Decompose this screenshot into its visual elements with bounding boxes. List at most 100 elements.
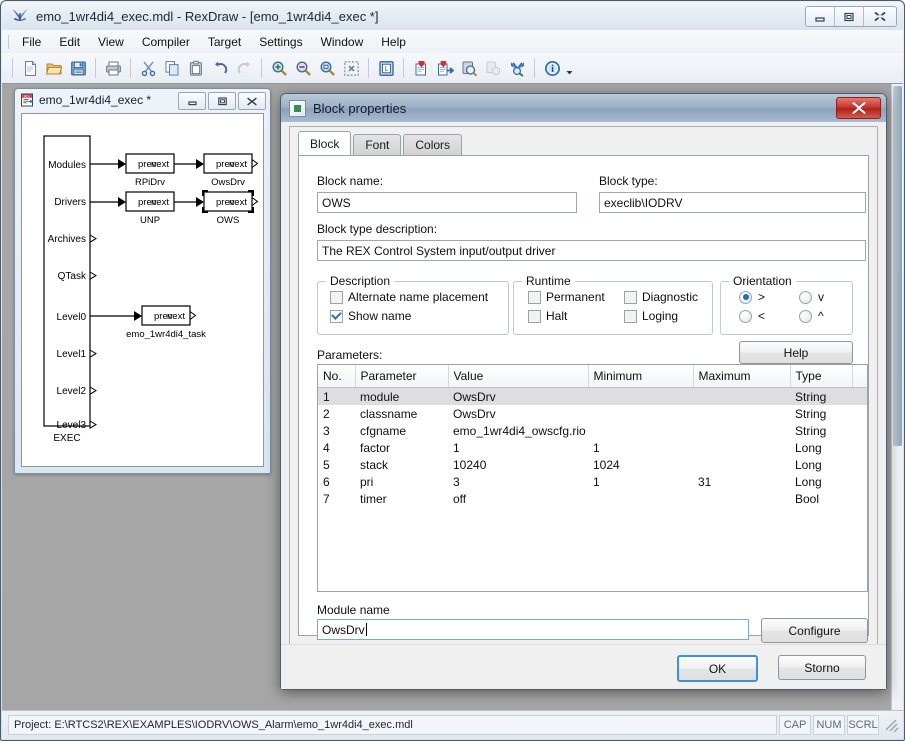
mdi-scrollbar-thumb[interactable]: [893, 86, 902, 446]
menu-file[interactable]: File: [13, 32, 50, 52]
cell-maximum: [693, 405, 790, 422]
checkbox-alternate-name-placement[interactable]: Alternate name placement: [330, 290, 488, 304]
library-icon[interactable]: L: [375, 57, 397, 79]
cell-value[interactable]: OwsDrv: [448, 387, 588, 405]
mdi-restore-button[interactable]: [208, 92, 236, 110]
toolbar-separator: [95, 58, 96, 78]
menu-window[interactable]: Window: [312, 32, 373, 52]
block-name-input[interactable]: OWS: [317, 192, 577, 213]
table-row[interactable]: 6 pri 3 1 31 Long: [318, 473, 867, 490]
save-icon[interactable]: [67, 57, 89, 79]
cell-value[interactable]: emo_1wr4di4_owscfg.rio: [448, 422, 588, 439]
orientation-down-label: v: [818, 290, 824, 304]
menu-settings[interactable]: Settings: [250, 32, 311, 52]
table-row[interactable]: 4 factor 1 1 Long: [318, 439, 867, 456]
checkbox-loging[interactable]: Loging: [624, 309, 678, 323]
column-header-parameter[interactable]: Parameter: [355, 365, 449, 388]
cell-value[interactable]: OwsDrv: [448, 405, 588, 422]
mdi-close-button[interactable]: [238, 92, 266, 110]
dialog-close-button[interactable]: [836, 97, 881, 119]
checkbox-halt[interactable]: Halt: [528, 309, 567, 323]
cell-no: 1: [318, 387, 355, 405]
radio-orientation-left[interactable]: <: [739, 309, 765, 323]
window-title: emo_1wr4di4_exec.mdl - RexDraw - [emo_1w…: [36, 8, 379, 24]
cell-value[interactable]: 3: [448, 473, 588, 490]
block-type-description-label: Block type description:: [317, 222, 438, 236]
compile-icon[interactable]: [410, 57, 432, 79]
table-row[interactable]: 2 classname OwsDrv String: [318, 405, 867, 422]
about-info-icon[interactable]: [541, 57, 563, 79]
alternate-name-placement-checkbox-box: [330, 290, 343, 304]
mdi-minimize-button[interactable]: [178, 92, 206, 110]
ok-button[interactable]: OK: [677, 655, 758, 682]
module-name-value: OwsDrv: [322, 622, 365, 637]
menu-view[interactable]: View: [89, 32, 133, 52]
maximize-button[interactable]: [835, 7, 864, 26]
open-folder-icon[interactable]: [43, 57, 65, 79]
undo-icon[interactable]: [209, 57, 231, 79]
tab-font[interactable]: Font: [353, 134, 402, 155]
rexdraw-butterfly-icon: [10, 7, 30, 25]
compile-download-icon[interactable]: [434, 57, 456, 79]
permanent-checkbox-box: [528, 290, 541, 304]
menu-compiler[interactable]: Compiler: [133, 32, 199, 52]
checkbox-show-name[interactable]: Show name: [330, 309, 411, 323]
tab-block[interactable]: Block: [298, 131, 352, 155]
paste-icon[interactable]: [185, 57, 207, 79]
checkbox-diagnostic[interactable]: Diagnostic: [624, 290, 698, 304]
block-diagram: Modules Drivers Archives QTask Level0 Le…: [43, 135, 259, 444]
cell-value[interactable]: off: [448, 490, 588, 507]
status-indicator-cap: CAP: [779, 715, 811, 735]
cell-no: 3: [323, 423, 330, 438]
tab-colors[interactable]: Colors: [403, 134, 463, 155]
parameters-table[interactable]: No. Parameter Value Minimum Maximum Type: [317, 364, 868, 592]
menu-help[interactable]: Help: [372, 32, 415, 52]
configure-button[interactable]: Configure: [761, 618, 868, 643]
dialog-footer: OK Storno: [281, 644, 886, 689]
menu-edit[interactable]: Edit: [50, 32, 89, 52]
cell-value[interactable]: 1: [448, 439, 588, 456]
description-groupbox: Description Alternate name placement Sho…: [317, 274, 509, 335]
print-icon[interactable]: [102, 57, 124, 79]
svg-text:next: next: [229, 197, 247, 208]
mdi-vertical-scrollbar[interactable]: [891, 84, 903, 712]
chevron-down-icon[interactable]: [564, 57, 574, 79]
zoom-in-icon[interactable]: [268, 57, 290, 79]
cut-scissors-icon[interactable]: [137, 57, 159, 79]
runtime-groupbox: Runtime Permanent Diagnostic Halt Loging: [513, 274, 713, 335]
block-type-description-input: The REX Control System input/output driv…: [317, 240, 866, 261]
main-titlebar: emo_1wr4di4_exec.mdl - RexDraw - [emo_1w…: [2, 2, 903, 30]
table-row[interactable]: 7 timer off Bool: [318, 490, 867, 507]
close-button[interactable]: [864, 7, 896, 26]
cancel-button[interactable]: Storno: [778, 655, 866, 680]
module-name-input[interactable]: OwsDrv: [317, 619, 749, 640]
zoom-100-icon[interactable]: [316, 57, 338, 79]
resize-grip-icon[interactable]: [883, 716, 899, 734]
column-header-maximum[interactable]: Maximum: [693, 365, 791, 388]
table-row[interactable]: 1 module OwsDrv String: [318, 387, 867, 405]
table-row[interactable]: 3 cfgname emo_1wr4di4_owscfg.rio String: [318, 422, 867, 439]
diagnostics-icon[interactable]: [506, 57, 528, 79]
column-header-value[interactable]: Value: [448, 365, 589, 388]
new-file-icon[interactable]: [19, 57, 41, 79]
zoom-fit-icon[interactable]: [340, 57, 362, 79]
watch-icon[interactable]: [458, 57, 480, 79]
cell-minimum: 1: [593, 440, 600, 455]
menu-target[interactable]: Target: [199, 32, 250, 52]
column-header-minimum[interactable]: Minimum: [588, 365, 694, 388]
cell-type: Long: [795, 440, 822, 455]
diagram-canvas[interactable]: Modules Drivers Archives QTask Level0 Le…: [21, 113, 264, 467]
column-header-type[interactable]: Type: [790, 365, 853, 388]
copy-icon[interactable]: [161, 57, 183, 79]
zoom-out-icon[interactable]: [292, 57, 314, 79]
radio-orientation-right[interactable]: >: [739, 290, 765, 304]
radio-orientation-down[interactable]: v: [799, 290, 824, 304]
orientation-up-radio-dot: [799, 309, 812, 323]
checkbox-permanent[interactable]: Permanent: [528, 290, 605, 304]
help-button[interactable]: Help: [739, 341, 853, 364]
column-header-no[interactable]: No.: [318, 365, 356, 388]
minimize-button[interactable]: [806, 7, 835, 26]
radio-orientation-up[interactable]: ^: [799, 309, 824, 323]
cell-value[interactable]: 10240: [448, 456, 588, 473]
table-row[interactable]: 5 stack 10240 1024 Long: [318, 456, 867, 473]
